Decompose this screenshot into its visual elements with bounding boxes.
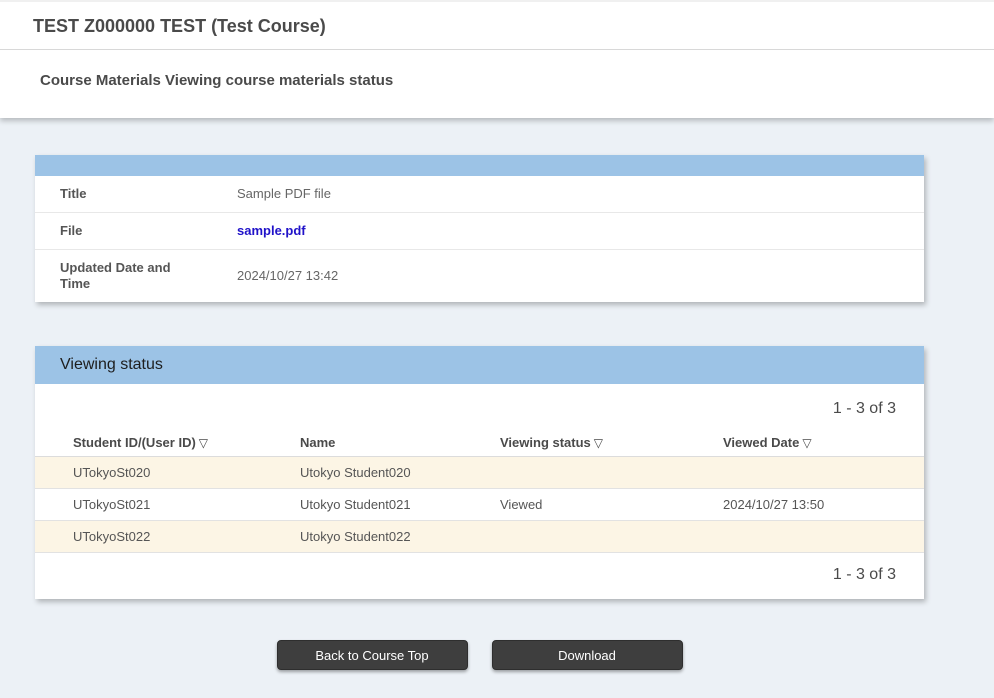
cell-viewing-status: Viewed bbox=[500, 497, 723, 512]
table-header-row: Student ID/(User ID)▽ Name Viewing statu… bbox=[35, 428, 924, 457]
updated-date-value: 2024/10/27 13:42 bbox=[237, 268, 338, 284]
filter-icon[interactable]: ▽ bbox=[802, 436, 811, 450]
file-link[interactable]: sample.pdf bbox=[237, 223, 306, 238]
cell-name: Utokyo Student022 bbox=[300, 529, 500, 544]
file-label: File bbox=[60, 223, 187, 239]
material-info-panel: Title Sample PDF file File sample.pdf Up… bbox=[35, 155, 924, 302]
viewing-status-heading: Viewing status bbox=[60, 356, 163, 374]
file-value: sample.pdf bbox=[237, 223, 306, 239]
info-row-title: Title Sample PDF file bbox=[35, 176, 924, 213]
main-content: Title Sample PDF file File sample.pdf Up… bbox=[0, 118, 994, 670]
course-title-row: TEST Z000000 TEST (Test Course) bbox=[0, 2, 994, 50]
table-row: UTokyoSt022 Utokyo Student022 bbox=[35, 521, 924, 553]
info-row-updated: Updated Date and Time 2024/10/27 13:42 bbox=[35, 250, 924, 302]
table-row: UTokyoSt021 Utokyo Student021 Viewed 202… bbox=[35, 489, 924, 521]
course-title: TEST Z000000 TEST (Test Course) bbox=[33, 16, 974, 37]
title-label: Title bbox=[60, 186, 187, 202]
column-header-viewed-date: Viewed Date▽ bbox=[723, 435, 896, 450]
cell-student-id: UTokyoSt022 bbox=[73, 529, 300, 544]
column-header-viewing-status: Viewing status▽ bbox=[500, 435, 723, 450]
column-label: Student ID/(User ID) bbox=[73, 435, 196, 450]
table-row: UTokyoSt020 Utokyo Student020 bbox=[35, 457, 924, 489]
cell-student-id: UTokyoSt021 bbox=[73, 497, 300, 512]
cell-viewed-date: 2024/10/27 13:50 bbox=[723, 497, 896, 512]
info-row-file: File sample.pdf bbox=[35, 213, 924, 250]
result-count-bottom: 1 - 3 of 3 bbox=[35, 553, 924, 599]
column-label: Viewing status bbox=[500, 435, 591, 450]
updated-date-label: Updated Date and Time bbox=[60, 260, 187, 292]
filter-icon[interactable]: ▽ bbox=[594, 436, 603, 450]
result-count-top: 1 - 3 of 3 bbox=[35, 384, 924, 428]
download-button[interactable]: Download bbox=[492, 640, 683, 670]
column-label: Viewed Date bbox=[723, 435, 799, 450]
page-header: TEST Z000000 TEST (Test Course) Course M… bbox=[0, 0, 994, 118]
column-label: Name bbox=[300, 435, 335, 450]
column-header-name: Name bbox=[300, 435, 500, 450]
material-panel-header-bar bbox=[35, 155, 924, 176]
action-button-row: Back to Course Top Download bbox=[35, 640, 924, 670]
page-title: Course Materials Viewing course material… bbox=[40, 72, 974, 89]
column-header-student-id: Student ID/(User ID)▽ bbox=[73, 435, 300, 450]
viewing-status-header-bar: Viewing status bbox=[35, 346, 924, 384]
cell-name: Utokyo Student020 bbox=[300, 465, 500, 480]
cell-name: Utokyo Student021 bbox=[300, 497, 500, 512]
breadcrumb-row: Course Materials Viewing course material… bbox=[0, 50, 994, 118]
filter-icon[interactable]: ▽ bbox=[199, 436, 208, 450]
viewing-status-panel: Viewing status 1 - 3 of 3 Student ID/(Us… bbox=[35, 346, 924, 599]
back-to-course-top-button[interactable]: Back to Course Top bbox=[277, 640, 468, 670]
cell-student-id: UTokyoSt020 bbox=[73, 465, 300, 480]
title-value: Sample PDF file bbox=[237, 186, 331, 202]
